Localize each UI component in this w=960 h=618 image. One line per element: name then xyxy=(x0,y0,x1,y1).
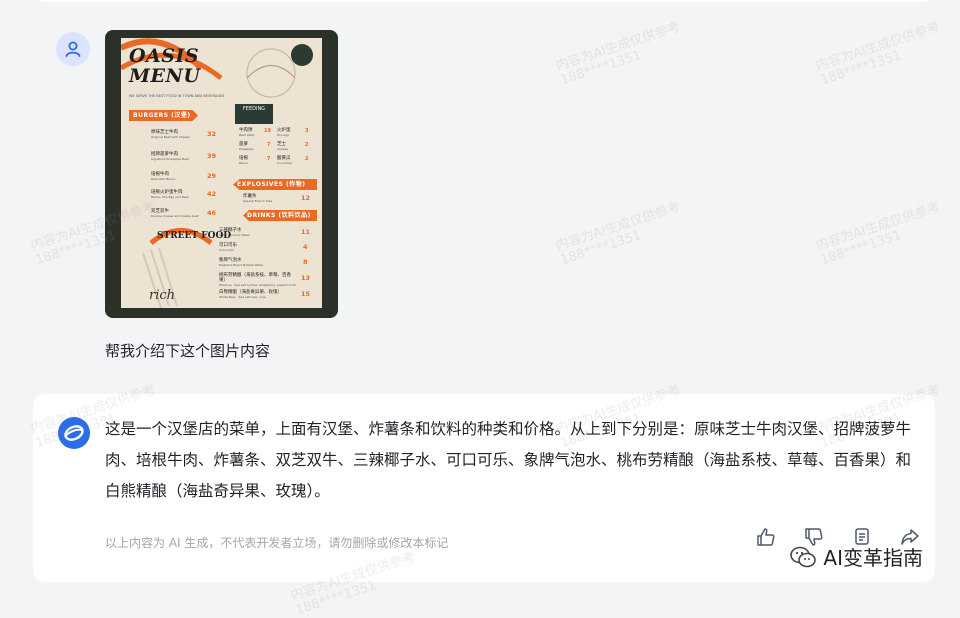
menu-item: 炸薯条 Special French fries xyxy=(243,194,273,203)
drinks-section-label: DRINKS (饮料饮品) xyxy=(243,210,317,221)
menu-price: 12 xyxy=(301,194,311,202)
wechat-logo-icon xyxy=(790,546,817,567)
menu-item: 菠萝 Pineapple xyxy=(239,142,254,151)
menu-price: 46 xyxy=(207,209,217,217)
menu-item: 白熊精酿（海盐奇异果、玫瑰） White Bear · Sea salt kiwi… xyxy=(219,290,282,299)
uploaded-menu-image[interactable]: OASIS MENU WE SERVE THE BEST FOOD IN TOW… xyxy=(105,30,338,318)
menu-price: 11 xyxy=(301,228,311,236)
menu-item: 双芝双牛 Double cheese and double beef xyxy=(151,209,199,218)
brand-watermark: AI变革指南 xyxy=(789,542,923,571)
menu-price: 4 xyxy=(303,243,308,251)
menu-price: 29 xyxy=(207,172,217,180)
menu-price: 7 xyxy=(267,156,271,162)
user-avatar xyxy=(56,32,90,66)
menu-price: 15 xyxy=(301,290,311,298)
assistant-avatar xyxy=(57,416,91,450)
overlay-watermark: 内容为AI生成仅供参考188****1351 xyxy=(814,199,943,269)
menu-item: 象牌气泡水 Elephant Brand Bubble Water xyxy=(219,258,264,267)
menu-price: 19 xyxy=(264,128,271,134)
feeding-section-label: FEEDING xyxy=(235,104,273,124)
menu-price: 13 xyxy=(301,274,311,282)
menu-item: 原味芝士牛肉 Original Beef with Cheese xyxy=(151,130,190,139)
brand-watermark-text: AI变革指南 xyxy=(823,546,923,570)
menu-item: 酸黄瓜 Cucumber xyxy=(277,156,293,165)
overlay-watermark: 内容为AI生成仅供参考188****1351 xyxy=(814,19,943,89)
menu-item: 桃布劳精酿（海盐系枝、草莓、百香果） Hibiscus · Sea salt ly… xyxy=(219,273,296,287)
menu-price: 8 xyxy=(303,258,308,266)
menu-price: 7 xyxy=(267,142,271,148)
menu-item: 芝士 Cheese xyxy=(277,142,289,151)
assistant-message-card: 这是一个汉堡店的菜单，上面有汉堡、炸薯条和饮料的种类和价格。从上到下分别是：原味… xyxy=(33,394,935,582)
menu-price: 3 xyxy=(305,128,309,134)
overlay-watermark: 内容为AI生成仅供参考188****1351 xyxy=(554,19,683,89)
rich-script-label: rich xyxy=(149,288,176,303)
menu-item: 牛肉饼 Beef patty xyxy=(239,128,255,137)
previous-message-card xyxy=(33,0,935,2)
menu-title: OASIS MENU xyxy=(129,45,201,87)
assistant-answer-text: 这是一个汉堡店的菜单，上面有汉堡、炸薯条和饮料的种类和价格。从上到下分别是：原味… xyxy=(105,420,912,500)
bot-logo-icon xyxy=(58,417,90,449)
menu-price: 2 xyxy=(305,156,309,162)
burgers-section-label: BURGERS (汉堡) xyxy=(129,110,198,121)
menu-price: 2 xyxy=(305,142,309,148)
street-food-label: STREET FOOD xyxy=(157,231,232,241)
menu-item: 培根牛肉 Beef with Bacon xyxy=(151,172,176,181)
explosives-section-label: EXPLOSIVES (炸物) xyxy=(233,179,317,190)
menu-subtitle: WE SERVE THE BEST FOOD IN TOWN AND BEVER… xyxy=(129,94,225,98)
menu-item: 可口可乐 Coca Cola xyxy=(219,243,237,252)
overlay-watermark: 内容为AI生成仅供参考188****1351 xyxy=(554,199,683,269)
menu-price: 32 xyxy=(207,130,217,138)
ai-disclaimer: 以上内容为 AI 生成，不代表开发者立场，请勿删除或修改本标记 xyxy=(105,536,449,550)
menu-paper: OASIS MENU WE SERVE THE BEST FOOD IN TOW… xyxy=(121,38,322,308)
menu-item: 招牌菠萝牛肉 Signature Pineapple Beef xyxy=(151,152,189,161)
menu-price: 39 xyxy=(207,152,217,160)
menu-item: 培根 Bacon xyxy=(239,156,249,165)
menu-item: 培根火炉蛋牛肉 Bacon, Fire Egg and Beef xyxy=(151,190,189,199)
user-prompt-text: 帮我介绍下这个图片内容 xyxy=(105,342,271,360)
user-icon xyxy=(65,41,81,57)
thumbs-up-icon[interactable] xyxy=(755,526,777,548)
menu-item: 火炉蛋 Fire egg xyxy=(277,128,291,137)
menu-price: 42 xyxy=(207,190,217,198)
